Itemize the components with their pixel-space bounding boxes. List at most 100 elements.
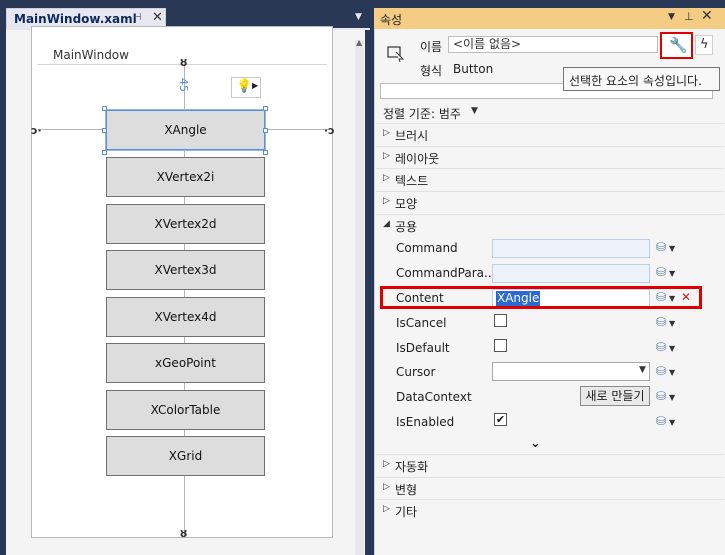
prop-isdefault-label: IsDefault (396, 341, 450, 355)
prop-cursor-label: Cursor (396, 365, 436, 379)
document-tab-title: MainWindow.xaml (14, 12, 137, 26)
button-label: XAngle (164, 123, 207, 137)
category-misc[interactable]: ▷ 기타 (376, 499, 724, 521)
isenabled-checkbox[interactable]: ✔ (494, 413, 507, 426)
iscancel-checkbox[interactable] (494, 314, 507, 327)
scroll-up-icon[interactable]: ▲ (356, 38, 362, 47)
pin-icon[interactable]: ⊣ (133, 12, 142, 23)
margin-indicator: 45 (177, 78, 192, 96)
design-button-xvertex2i[interactable]: XVertex2i (106, 157, 265, 197)
expand-arrow-icon: ▷ (383, 482, 390, 492)
chevron-down-icon: ▼ (639, 365, 646, 375)
category-text[interactable]: ▷ 텍스트 (376, 168, 724, 190)
category-appearance[interactable]: ▷ 모양 (376, 191, 724, 213)
close-icon[interactable]: ✕ (152, 10, 163, 25)
database-icon[interactable]: ⛁ (656, 389, 666, 403)
content-row-highlight (380, 286, 702, 309)
design-button-xgrid[interactable]: XGrid (106, 436, 265, 476)
category-label: 공용 (395, 220, 418, 234)
chevron-down-icon[interactable]: ▼ (669, 319, 675, 328)
button-label: XVertex2i (156, 170, 215, 184)
database-icon[interactable]: ⛁ (656, 315, 666, 329)
chevron-down-icon[interactable]: ▼ (669, 344, 675, 353)
design-button-xvertex3d[interactable]: XVertex3d (106, 250, 265, 290)
chevron-down-icon[interactable]: ▼ (669, 244, 675, 253)
design-button-xvertex2d[interactable]: XVertex2d (106, 204, 265, 244)
design-button-xvertex4d[interactable]: XVertex4d (106, 297, 265, 337)
tooltip: 선택한 요소의 속성입니다. (563, 67, 720, 91)
expand-arrow-icon: ▷ (383, 459, 390, 469)
category-label: 레이아웃 (395, 152, 440, 166)
bottom-anchor-handle[interactable]: ȣ (180, 527, 187, 540)
prop-commandparameter-input[interactable] (492, 264, 650, 283)
category-automation[interactable]: ▷ 자동화 (376, 454, 724, 476)
category-label: 기타 (395, 505, 418, 519)
selection-handle[interactable] (102, 106, 107, 111)
selection-handle[interactable] (263, 106, 268, 111)
selection-handle[interactable] (263, 150, 268, 155)
type-value: Button (453, 62, 494, 76)
right-anchor-handle[interactable]: ·ɔ (324, 124, 335, 137)
prop-isenabled-label: IsEnabled (396, 415, 455, 429)
arrange-by-label[interactable]: 정렬 기준: 범주 (383, 105, 461, 122)
expand-arrow-icon: ▷ (383, 151, 390, 161)
quick-actions-button[interactable]: 💡 ▶ (231, 77, 261, 98)
expand-arrow-icon: ▷ (383, 504, 390, 514)
database-icon[interactable]: ⛁ (656, 265, 666, 279)
new-datacontext-button[interactable]: 새로 만들기 (580, 386, 650, 406)
category-transform[interactable]: ▷ 변형 (376, 477, 724, 499)
chevron-down-icon[interactable]: ▼ (669, 393, 675, 402)
prop-command-label: Command (396, 241, 458, 255)
prop-datacontext-label: DataContext (396, 390, 472, 404)
design-button-xgeopoint[interactable]: xGeoPoint (106, 343, 265, 383)
properties-title: 속성 (380, 13, 403, 27)
document-list-dropdown-icon[interactable]: ▼ (355, 12, 362, 22)
prop-iscancel-label: IsCancel (396, 316, 447, 330)
type-label: 형식 (420, 64, 443, 78)
close-icon[interactable]: ✕ (701, 8, 713, 24)
selection-handle[interactable] (102, 150, 107, 155)
button-label: xGeoPoint (155, 356, 216, 370)
events-view-button[interactable]: ϟ (695, 35, 713, 55)
show-more-chevron-icon[interactable]: ⌄ (530, 436, 541, 451)
database-icon[interactable]: ⛁ (656, 414, 666, 428)
database-icon[interactable]: ⛁ (656, 364, 666, 378)
vertical-scrollbar[interactable] (355, 40, 364, 555)
design-button-xcolortable[interactable]: XColorTable (106, 390, 265, 430)
prop-command-input[interactable] (492, 239, 650, 258)
category-common[interactable]: ◢ 공용 (376, 214, 724, 236)
chevron-down-icon[interactable]: ▼ (471, 106, 478, 116)
button-label: XVertex3d (154, 263, 217, 277)
margin-value: 45 (177, 78, 190, 92)
chevron-right-icon: ▶ (252, 81, 259, 90)
top-anchor-handle[interactable]: ȣ (180, 56, 187, 69)
design-button-xangle[interactable]: XAngle (105, 109, 266, 151)
button-label: XVertex4d (154, 310, 217, 324)
database-icon[interactable]: ⛁ (656, 340, 666, 354)
window-menu-icon[interactable]: ▼ (668, 12, 675, 22)
chevron-down-icon[interactable]: ▼ (669, 269, 675, 278)
left-anchor-handle[interactable]: ɔ· (31, 124, 42, 137)
category-brush[interactable]: ▷ 브러시 (376, 123, 724, 145)
lightning-icon: ϟ (700, 37, 709, 52)
button-label: XGrid (168, 449, 203, 463)
lightbulb-icon: 💡 (236, 79, 253, 94)
button-label: XColorTable (150, 403, 221, 417)
expand-arrow-icon: ▷ (383, 173, 390, 183)
expand-arrow-icon: ▷ (383, 128, 390, 138)
isdefault-checkbox[interactable] (494, 339, 507, 352)
properties-view-button[interactable]: 🔧 (660, 32, 693, 59)
selection-handle[interactable] (263, 128, 268, 133)
button-label: XVertex2d (154, 217, 217, 231)
cursor-select[interactable]: ▼ (492, 362, 650, 381)
pin-icon[interactable]: ⊥ (684, 10, 694, 23)
name-value: <이름 없음> (453, 37, 522, 51)
collapse-arrow-icon: ◢ (383, 219, 390, 229)
category-layout[interactable]: ▷ 레이아웃 (376, 146, 724, 168)
chevron-down-icon[interactable]: ▼ (669, 418, 675, 427)
database-icon[interactable]: ⛁ (656, 240, 666, 254)
selection-handle[interactable] (102, 128, 107, 133)
name-input[interactable]: <이름 없음> (448, 36, 658, 53)
chevron-down-icon[interactable]: ▼ (669, 368, 675, 377)
wrench-icon: 🔧 (669, 36, 688, 54)
